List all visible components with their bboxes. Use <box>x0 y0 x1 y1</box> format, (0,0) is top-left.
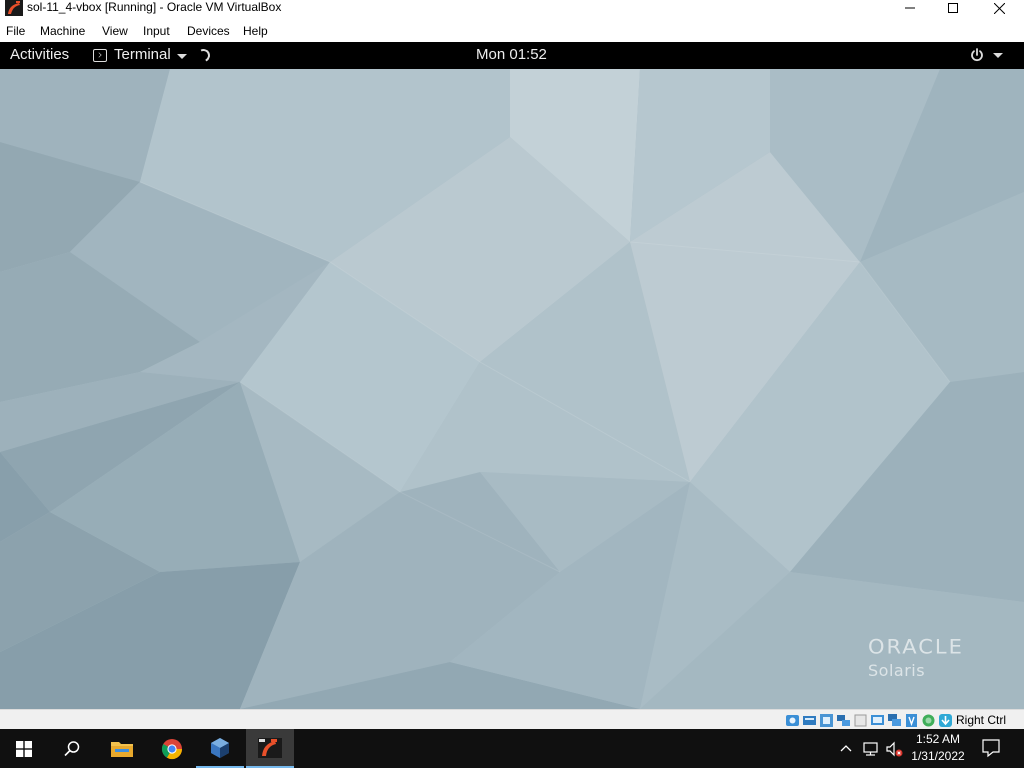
vm-app-icon <box>5 0 23 16</box>
terminal-icon <box>93 48 107 62</box>
start-button[interactable] <box>0 729 48 768</box>
network-icon[interactable] <box>836 713 851 728</box>
action-center-icon[interactable] <box>980 737 1002 759</box>
taskbar-virtualbox[interactable] <box>196 729 244 768</box>
activities-button[interactable]: Activities <box>10 46 69 64</box>
maximize-icon <box>948 3 958 13</box>
video-capture-icon[interactable] <box>904 713 919 728</box>
shared-folders-icon[interactable] <box>870 713 885 728</box>
hard-disk-icon[interactable] <box>785 713 800 728</box>
guest-display[interactable]: Activities Terminal Mon 01:52 ORACLE Sol… <box>0 42 1024 709</box>
maximize-button[interactable] <box>930 0 976 16</box>
virtualbox-icon <box>211 737 229 758</box>
menu-input[interactable]: Input <box>143 24 170 38</box>
oracle-solaris-logo: ORACLE Solaris <box>868 636 998 680</box>
menu-machine[interactable]: Machine <box>40 24 85 38</box>
window-titlebar[interactable]: sol-11_4-vbox [Running] - Oracle VM Virt… <box>0 0 1024 20</box>
taskbar-clock[interactable]: 1:52 AM 1/31/2022 <box>905 731 971 765</box>
loading-spinner-icon <box>194 46 212 64</box>
app-menu-label: Terminal <box>114 46 171 63</box>
tray-overflow-icon[interactable] <box>838 741 854 757</box>
menu-bar: File Machine View Input Devices Help <box>0 20 1024 43</box>
minimize-icon <box>905 7 915 9</box>
file-explorer-icon <box>111 741 133 757</box>
chevron-down-icon <box>993 53 1003 58</box>
display-icon[interactable] <box>887 713 902 728</box>
chrome-icon <box>161 738 183 759</box>
system-menu-button[interactable] <box>970 46 1003 64</box>
power-icon <box>971 48 983 62</box>
usb-icon[interactable] <box>853 713 868 728</box>
menu-file[interactable]: File <box>6 24 25 38</box>
taskbar-vm-window[interactable] <box>246 729 294 768</box>
clock-time: 1:52 AM <box>915 732 961 746</box>
windows-start-icon <box>16 740 32 757</box>
clock-date: 1/31/2022 <box>911 749 965 763</box>
taskbar-file-explorer[interactable] <box>98 729 146 768</box>
chevron-down-icon <box>176 53 187 59</box>
menu-view[interactable]: View <box>102 24 128 38</box>
mouse-integration-icon[interactable] <box>938 713 953 728</box>
vm-status-bar: Right Ctrl <box>0 709 1024 730</box>
solaris-logo-text: Solaris <box>868 661 926 680</box>
app-menu-button[interactable]: Terminal <box>93 46 212 64</box>
host-key-label[interactable]: Right Ctrl <box>956 713 1006 727</box>
panel-clock[interactable]: Mon 01:52 <box>476 46 547 64</box>
desktop-wallpaper <box>0 42 1024 709</box>
windows-taskbar: 1:52 AM 1/31/2022 <box>0 729 1024 768</box>
cpu-icon[interactable] <box>921 713 936 728</box>
window-title: sol-11_4-vbox [Running] - Oracle VM Virt… <box>27 0 282 14</box>
search-icon <box>64 740 80 756</box>
menu-devices[interactable]: Devices <box>187 24 230 38</box>
oracle-logo-text: ORACLE <box>868 635 964 659</box>
vm-window-icon <box>258 737 282 758</box>
gnome-top-panel: Activities Terminal Mon 01:52 <box>0 42 1024 69</box>
optical-drive-icon[interactable] <box>802 713 817 728</box>
close-button[interactable] <box>976 0 1022 16</box>
audio-icon[interactable] <box>819 713 834 728</box>
taskbar-chrome[interactable] <box>148 729 196 768</box>
close-icon <box>993 2 1005 14</box>
search-button[interactable] <box>48 729 96 768</box>
network-status-icon[interactable] <box>861 739 881 759</box>
volume-muted-icon[interactable] <box>884 739 904 759</box>
minimize-button[interactable] <box>887 0 933 16</box>
menu-help[interactable]: Help <box>243 24 268 38</box>
